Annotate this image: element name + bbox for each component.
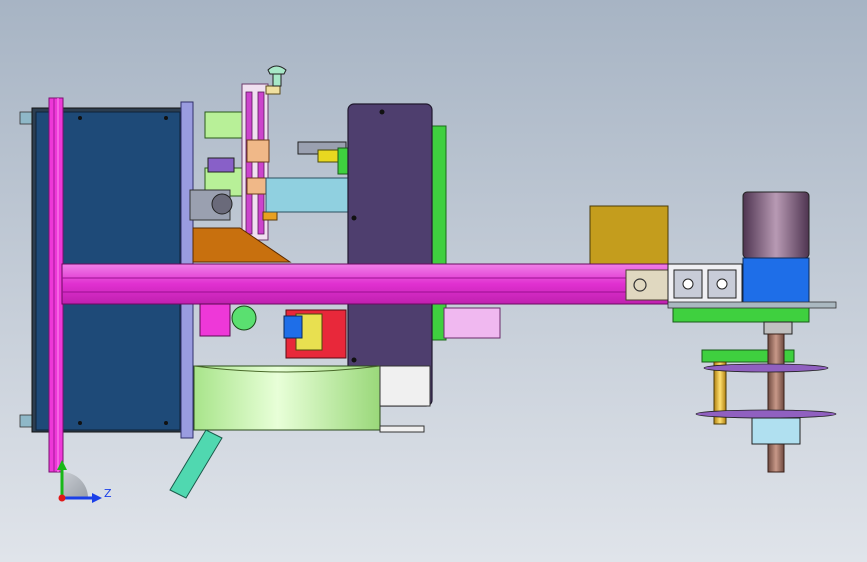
beam-end-bracket: [625, 269, 669, 301]
main-magenta-beam: [61, 263, 669, 305]
vertical-magenta-post: [48, 97, 64, 473]
cad-drawing[interactable]: [0, 0, 867, 562]
yellow-sensor: [317, 149, 341, 163]
rail-cap: [265, 85, 281, 95]
axis-z-label: Z: [104, 487, 112, 500]
orange-stopper: [262, 211, 278, 221]
spindle-collar: [763, 321, 793, 335]
lower-disc: [695, 409, 837, 419]
lilac-block: [443, 307, 501, 339]
mount-plate-thin: [667, 301, 837, 309]
purple-block: [207, 157, 235, 173]
blue-part: [283, 315, 303, 339]
panel-bolt: [164, 421, 168, 425]
cad-viewport[interactable]: Z: [0, 0, 867, 562]
cyan-cover: [265, 177, 351, 213]
drum-mount: [379, 365, 431, 407]
green-wheel: [231, 305, 257, 331]
aluminum-profile: [667, 263, 743, 305]
drum: [193, 365, 381, 431]
purple-mount-plate: [347, 103, 433, 407]
motor-can: [742, 191, 810, 259]
magenta-bracket: [199, 303, 231, 337]
drum-base: [379, 425, 425, 433]
mustard-box: [589, 205, 669, 269]
gear: [211, 193, 233, 215]
panel-bolt: [164, 116, 168, 120]
panel-bolt: [78, 116, 82, 120]
motor-blue-body: [742, 257, 810, 305]
slide-carriage: [246, 139, 270, 163]
panel-bolt: [78, 421, 82, 425]
light-green-block: [204, 111, 244, 139]
vertical-shaft: [767, 333, 785, 473]
upper-disc: [703, 363, 829, 373]
hub-block: [751, 417, 801, 445]
